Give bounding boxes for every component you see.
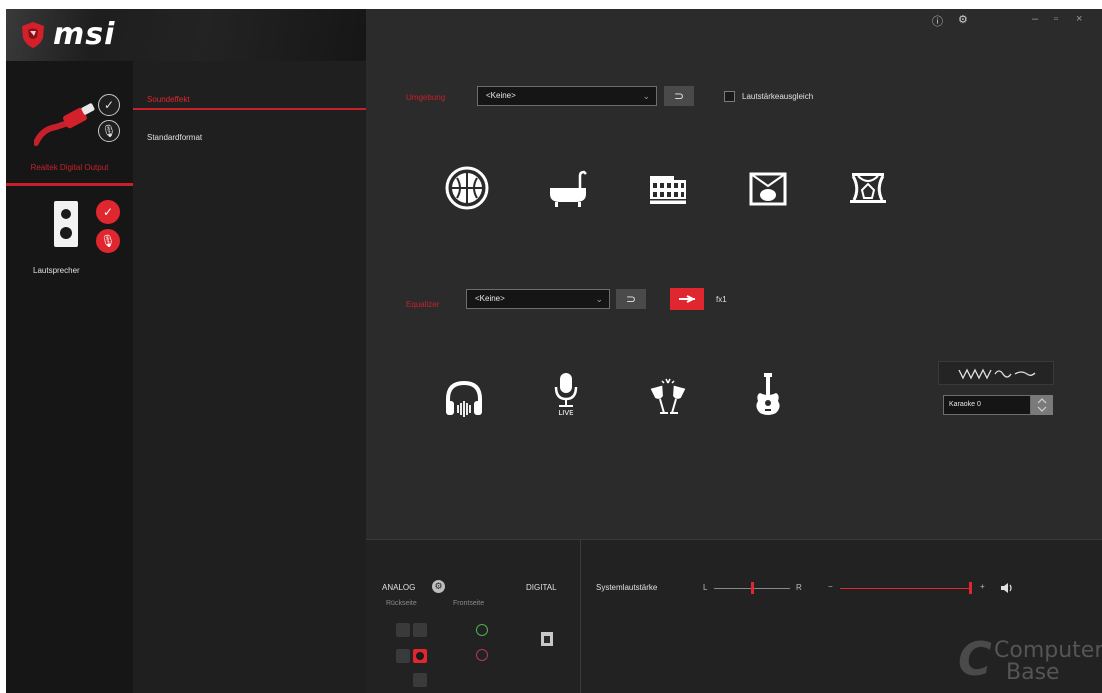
- bathtub-icon[interactable]: [544, 164, 592, 212]
- rear-label: Rückseite: [386, 600, 417, 607]
- analog-label: ANALOG: [382, 583, 416, 592]
- speaker-check-button[interactable]: ✓: [96, 200, 120, 224]
- equalizer-reset-button[interactable]: ⊃: [616, 289, 646, 309]
- chevron-down-icon: ⌄: [642, 91, 650, 101]
- chevron-down-icon: ⌄: [595, 294, 603, 304]
- rear-jack[interactable]: [396, 623, 410, 637]
- balance-left-label: L: [703, 583, 708, 592]
- info-icon[interactable]: ⓘ: [932, 13, 943, 29]
- front-label: Frontseite: [453, 600, 485, 607]
- guitar-icon[interactable]: [744, 371, 792, 419]
- msi-shield-icon: [22, 22, 44, 48]
- equalizer-label: Equalizer: [406, 300, 440, 309]
- selected-device-underline: [6, 183, 133, 186]
- digital-output-label: Realtek Digital Output: [30, 163, 109, 172]
- karaoke-field[interactable]: Karaoke 0: [943, 395, 1031, 415]
- loudness-label: Lautstärkeausgleich: [742, 92, 814, 101]
- settings-icon[interactable]: ⚙: [958, 13, 968, 26]
- tab-soundeffekt[interactable]: Soundeffekt: [147, 95, 190, 104]
- balance-slider-handle[interactable]: [751, 582, 754, 594]
- brand-logo: msi: [53, 17, 116, 52]
- colosseum-icon[interactable]: [644, 164, 692, 212]
- device-mic-button[interactable]: 🎙︎: [98, 120, 120, 142]
- digital-label: DIGITAL: [526, 583, 557, 592]
- equalizer-dropdown-value: <Keine>: [475, 294, 505, 303]
- environment-label: Umgebung: [406, 93, 446, 102]
- active-tab-underline: [133, 108, 366, 110]
- speaker-label: Lautsprecher: [33, 266, 80, 275]
- environment-reset-button[interactable]: ⊃: [664, 86, 694, 106]
- tab-column: Soundeffekt Standardformat: [133, 61, 366, 693]
- airplane-icon: [679, 295, 696, 303]
- equalizer-dropdown[interactable]: <Keine> ⌄: [466, 289, 610, 309]
- environment-dropdown-value: <Keine>: [486, 91, 516, 100]
- equalizer-toggle-button[interactable]: [670, 288, 704, 310]
- equalizer-mode-text: fx1: [716, 295, 727, 304]
- party-glasses-icon[interactable]: [644, 373, 692, 421]
- loudness-checkbox[interactable]: [724, 91, 735, 102]
- theater-icon[interactable]: [844, 164, 892, 212]
- tab-standardformat[interactable]: Standardformat: [147, 133, 202, 142]
- rear-jack[interactable]: [413, 673, 427, 687]
- close-icon[interactable]: ×: [1076, 13, 1082, 25]
- watermark-c: C: [958, 632, 992, 686]
- volume-slider-track[interactable]: [840, 588, 970, 589]
- system-volume-label: Systemlautstärke: [596, 583, 658, 592]
- device-check-button[interactable]: ✓: [98, 94, 120, 116]
- logo-bar: msi: [6, 9, 366, 61]
- maximize-icon[interactable]: ▫: [1054, 13, 1058, 25]
- spdif-cable-icon: [34, 103, 95, 146]
- app-window: msi ✓ 🎙︎ Realtek Digital Output ✓ 🎙︎ Lau…: [6, 9, 1102, 693]
- bottom-bar: ANALOG ⚙ DIGITAL Rückseite Frontseite Sy…: [366, 539, 1102, 693]
- speaker-mic-button[interactable]: 🎙︎: [96, 229, 120, 253]
- balance-right-label: R: [796, 583, 802, 592]
- rear-jack[interactable]: [396, 649, 410, 663]
- live-microphone-icon[interactable]: LIVE: [542, 369, 590, 417]
- spdif-port-icon[interactable]: [541, 632, 553, 646]
- digital-output-device[interactable]: ✓ 🎙︎ Realtek Digital Output: [6, 87, 133, 187]
- front-mic-jack[interactable]: [476, 649, 488, 661]
- computerbase-watermark: C Computer Base: [956, 632, 1102, 686]
- effects-panel: ⓘ ⚙ – ▫ × Umgebung <Keine> ⌄ ⊃ Lautstärk…: [366, 9, 1102, 539]
- rear-jack-active[interactable]: [413, 649, 427, 663]
- speaker-icon: [54, 201, 78, 247]
- watermark-line2: Base: [1006, 660, 1060, 685]
- speaker-volume-icon[interactable]: [1000, 582, 1014, 594]
- analog-settings-icon[interactable]: ⚙: [432, 580, 445, 593]
- stage-icon[interactable]: [744, 164, 792, 212]
- front-headphone-jack[interactable]: [476, 624, 488, 636]
- volume-slider-handle[interactable]: [969, 582, 972, 594]
- stepper-arrows-icon: [1037, 398, 1047, 412]
- waveform-icon: [958, 368, 1036, 380]
- eq-waveform-preview: [938, 361, 1054, 385]
- bottom-divider: [580, 540, 581, 693]
- stone-arena-icon[interactable]: [443, 164, 491, 212]
- karaoke-stepper[interactable]: [1031, 395, 1053, 415]
- headphones-icon[interactable]: [440, 375, 488, 423]
- volume-plus-icon[interactable]: +: [980, 582, 985, 591]
- volume-minus-icon[interactable]: −: [828, 582, 833, 591]
- minimize-icon[interactable]: –: [1032, 13, 1038, 25]
- svg-text:LIVE: LIVE: [558, 409, 573, 417]
- rear-jack[interactable]: [413, 623, 427, 637]
- environment-dropdown[interactable]: <Keine> ⌄: [477, 86, 657, 106]
